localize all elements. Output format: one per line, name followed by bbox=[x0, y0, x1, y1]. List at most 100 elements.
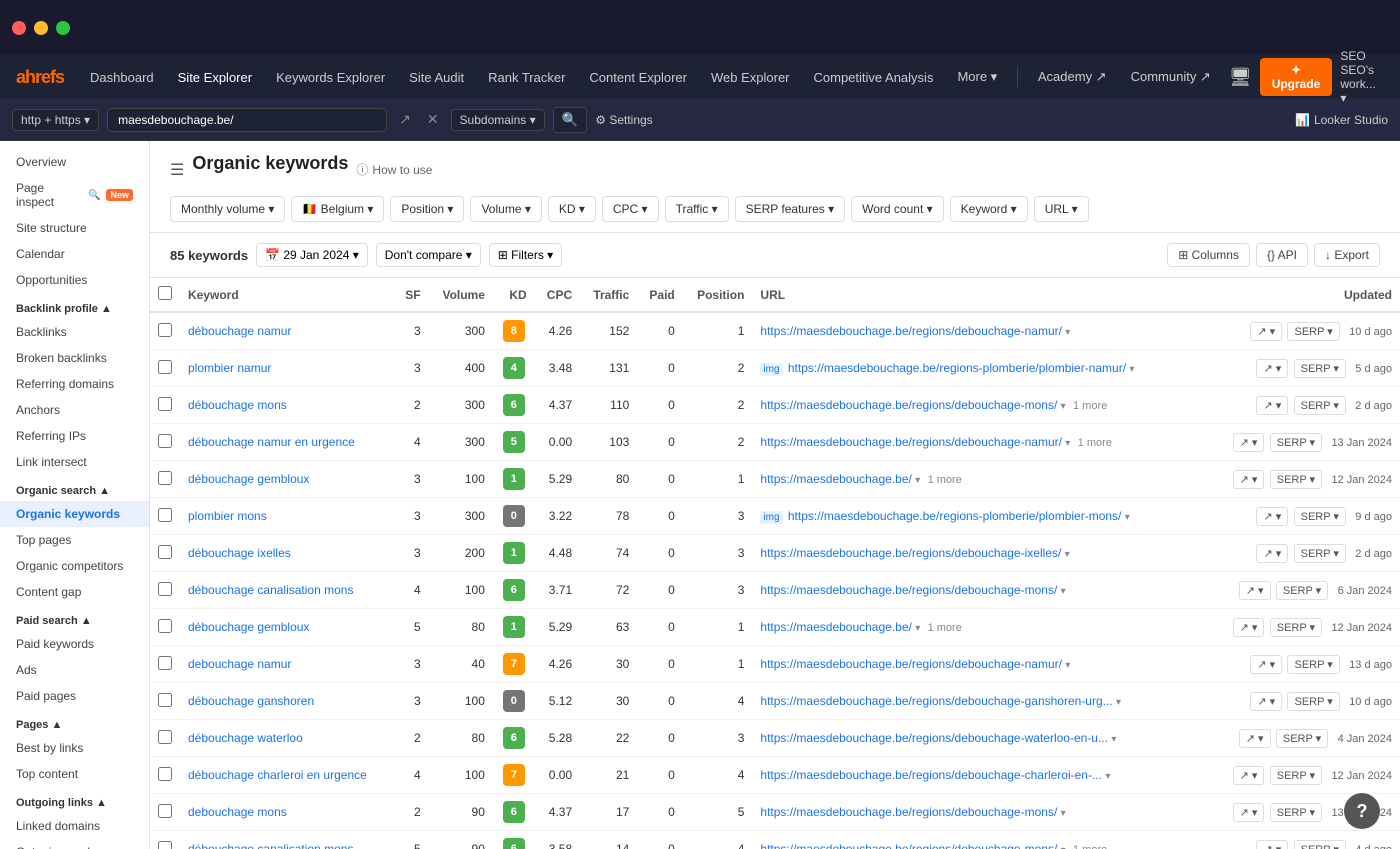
sidebar-section-backlink[interactable]: Backlink profile ▲ bbox=[0, 293, 149, 319]
url-link[interactable]: https://maesdebouchage.be/regions/debouc… bbox=[760, 768, 1102, 782]
dropdown-icon[interactable]: ▾ bbox=[1065, 327, 1070, 338]
search-button[interactable]: 🔍 bbox=[553, 107, 588, 133]
sidebar-item-top-content[interactable]: Top content bbox=[0, 761, 149, 787]
keyword-cell[interactable]: débouchage mons bbox=[180, 387, 394, 424]
how-to-use-link[interactable]: ⓘ How to use bbox=[356, 161, 432, 178]
protocol-select[interactable]: http + https ▾ bbox=[12, 109, 99, 131]
keyword-cell[interactable]: débouchage ganshoren bbox=[180, 683, 394, 720]
sidebar-item-anchors[interactable]: Anchors bbox=[0, 397, 149, 423]
nav-competitive-analysis[interactable]: Competitive Analysis bbox=[804, 64, 944, 91]
url-link[interactable]: https://maesdebouchage.be/regions-plombe… bbox=[788, 509, 1122, 523]
filter-position[interactable]: Position ▾ bbox=[390, 196, 464, 222]
nav-site-explorer[interactable]: Site Explorer bbox=[168, 64, 262, 91]
serp-button[interactable]: SERP ▾ bbox=[1276, 581, 1328, 600]
url-link[interactable]: https://maesdebouchage.be/regions/debouc… bbox=[760, 657, 1062, 671]
monitor-icon[interactable]: 🖥 bbox=[1229, 67, 1252, 88]
more-link[interactable]: 1 more bbox=[1073, 400, 1107, 412]
keyword-cell[interactable]: débouchage ixelles bbox=[180, 535, 394, 572]
dropdown-icon[interactable]: ▾ bbox=[915, 623, 920, 634]
url-link[interactable]: https://maesdebouchage.be/ bbox=[760, 620, 911, 634]
traffic-light-red[interactable] bbox=[12, 21, 26, 35]
dropdown-icon[interactable]: ▾ bbox=[1061, 586, 1066, 597]
dropdown-icon[interactable]: ▾ bbox=[915, 475, 920, 486]
serp-button[interactable]: SERP ▾ bbox=[1294, 840, 1346, 849]
url-link[interactable]: https://maesdebouchage.be/regions/debouc… bbox=[760, 546, 1061, 560]
row-select-checkbox[interactable] bbox=[158, 804, 172, 818]
sidebar-section-pages[interactable]: Pages ▲ bbox=[0, 709, 149, 735]
keyword-cell[interactable]: débouchage gembloux bbox=[180, 461, 394, 498]
nav-site-audit[interactable]: Site Audit bbox=[399, 64, 474, 91]
url-link[interactable]: https://maesdebouchage.be/regions/debouc… bbox=[760, 398, 1057, 412]
sidebar-item-calendar[interactable]: Calendar bbox=[0, 241, 149, 267]
sidebar-item-content-gap[interactable]: Content gap bbox=[0, 579, 149, 605]
keyword-cell[interactable]: débouchage namur bbox=[180, 312, 394, 350]
url-link[interactable]: https://maesdebouchage.be/regions-plombe… bbox=[788, 361, 1126, 375]
sidebar-item-top-pages[interactable]: Top pages bbox=[0, 527, 149, 553]
nav-academy[interactable]: Academy ↗ bbox=[1028, 63, 1117, 91]
sidebar-item-linked-domains[interactable]: Linked domains bbox=[0, 813, 149, 839]
keyword-cell[interactable]: débouchage canalisation mons bbox=[180, 572, 394, 609]
sidebar-item-referring-ips[interactable]: Referring IPs bbox=[0, 423, 149, 449]
trend-button[interactable]: ↗ ▾ bbox=[1256, 544, 1288, 563]
dropdown-icon[interactable]: ▾ bbox=[1065, 549, 1070, 560]
serp-button[interactable]: SERP ▾ bbox=[1287, 322, 1339, 341]
filter-cpc[interactable]: CPC ▾ bbox=[602, 196, 659, 222]
dropdown-icon[interactable]: ▾ bbox=[1061, 808, 1066, 819]
trend-button[interactable]: ↗ ▾ bbox=[1256, 359, 1288, 378]
header-volume[interactable]: Volume bbox=[429, 278, 493, 312]
filter-kd[interactable]: KD ▾ bbox=[548, 196, 596, 222]
dropdown-icon[interactable]: ▾ bbox=[1065, 660, 1070, 671]
row-select-checkbox[interactable] bbox=[158, 471, 172, 485]
row-select-checkbox[interactable] bbox=[158, 397, 172, 411]
serp-button[interactable]: SERP ▾ bbox=[1287, 655, 1339, 674]
row-select-checkbox[interactable] bbox=[158, 323, 172, 337]
header-position[interactable]: Position bbox=[683, 278, 753, 312]
trend-button[interactable]: ↗ ▾ bbox=[1233, 803, 1265, 822]
trend-button[interactable]: ↗ ▾ bbox=[1233, 433, 1265, 452]
url-link[interactable]: https://maesdebouchage.be/regions/debouc… bbox=[760, 842, 1057, 849]
nav-rank-tracker[interactable]: Rank Tracker bbox=[478, 64, 575, 91]
nav-content-explorer[interactable]: Content Explorer bbox=[579, 64, 697, 91]
sidebar-item-backlinks[interactable]: Backlinks bbox=[0, 319, 149, 345]
sidebar-item-page-inspect[interactable]: Page inspect 🔍 New bbox=[0, 175, 149, 215]
row-select-checkbox[interactable] bbox=[158, 767, 172, 781]
row-select-checkbox[interactable] bbox=[158, 730, 172, 744]
open-url-icon[interactable]: ↗ bbox=[395, 109, 415, 130]
filter-word-count[interactable]: Word count ▾ bbox=[851, 196, 944, 222]
filter-keyword[interactable]: Keyword ▾ bbox=[950, 196, 1028, 222]
traffic-light-yellow[interactable] bbox=[34, 21, 48, 35]
trend-button[interactable]: ↗ ▾ bbox=[1239, 729, 1271, 748]
trend-button[interactable]: ↗ ▾ bbox=[1256, 396, 1288, 415]
keyword-cell[interactable]: debouchage namur bbox=[180, 646, 394, 683]
trend-button[interactable]: ↗ ▾ bbox=[1233, 470, 1265, 489]
keyword-cell[interactable]: plombier mons bbox=[180, 498, 394, 535]
dropdown-icon[interactable]: ▾ bbox=[1116, 697, 1121, 708]
url-link[interactable]: https://maesdebouchage.be/regions/debouc… bbox=[760, 805, 1057, 819]
serp-button[interactable]: SERP ▾ bbox=[1294, 359, 1346, 378]
sidebar-item-broken-backlinks[interactable]: Broken backlinks bbox=[0, 345, 149, 371]
serp-button[interactable]: SERP ▾ bbox=[1287, 692, 1339, 711]
row-select-checkbox[interactable] bbox=[158, 508, 172, 522]
dropdown-icon[interactable]: ▾ bbox=[1065, 438, 1070, 449]
sidebar-item-organic-competitors[interactable]: Organic competitors bbox=[0, 553, 149, 579]
serp-button[interactable]: SERP ▾ bbox=[1270, 766, 1322, 785]
trend-button[interactable]: ↗ ▾ bbox=[1239, 581, 1271, 600]
sidebar-section-organic[interactable]: Organic search ▲ bbox=[0, 475, 149, 501]
filter-url[interactable]: URL ▾ bbox=[1034, 196, 1089, 222]
filter-volume[interactable]: Volume ▾ bbox=[470, 196, 541, 222]
header-cpc[interactable]: CPC bbox=[535, 278, 580, 312]
url-link[interactable]: https://maesdebouchage.be/regions/debouc… bbox=[760, 731, 1108, 745]
dropdown-icon[interactable]: ▾ bbox=[1061, 845, 1066, 849]
workspace-label[interactable]: SEO SEO's work... ▾ bbox=[1340, 49, 1384, 105]
keyword-cell[interactable]: débouchage charleroi en urgence bbox=[180, 757, 394, 794]
sidebar-item-best-by-links[interactable]: Best by links bbox=[0, 735, 149, 761]
more-link[interactable]: 1 more bbox=[928, 474, 962, 486]
serp-button[interactable]: SERP ▾ bbox=[1294, 396, 1346, 415]
trend-button[interactable]: ↗ ▾ bbox=[1250, 692, 1282, 711]
sidebar-section-outgoing[interactable]: Outgoing links ▲ bbox=[0, 787, 149, 813]
trend-button[interactable]: ↗ ▾ bbox=[1233, 618, 1265, 637]
sidebar-item-paid-keywords[interactable]: Paid keywords bbox=[0, 631, 149, 657]
sidebar-item-referring-domains[interactable]: Referring domains bbox=[0, 371, 149, 397]
keyword-cell[interactable]: débouchage waterloo bbox=[180, 720, 394, 757]
export-button[interactable]: ↓ Export bbox=[1314, 243, 1380, 267]
